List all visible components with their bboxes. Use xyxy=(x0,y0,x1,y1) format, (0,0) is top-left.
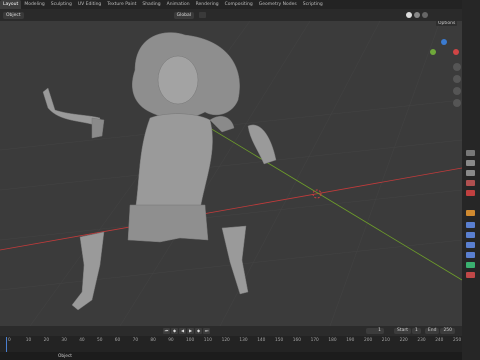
ruler-tick-label: 100 xyxy=(186,338,195,343)
properties-editor-strip xyxy=(462,0,480,360)
jump-end-icon[interactable]: ⏭ xyxy=(203,328,210,334)
transform-orientation-dropdown[interactable]: Global xyxy=(173,11,195,19)
scene-tab-icon[interactable] xyxy=(466,180,475,186)
grid-icon[interactable] xyxy=(453,99,461,107)
tab-compositing[interactable]: Compositing xyxy=(222,0,256,9)
ruler-tick-label: 160 xyxy=(292,338,301,343)
ruler-tick-label: 110 xyxy=(203,338,212,343)
solid-shading-icon[interactable] xyxy=(406,12,413,18)
ruler-tick-label: 130 xyxy=(239,338,248,343)
start-frame-field[interactable]: 1 xyxy=(412,328,421,334)
end-label: End xyxy=(424,328,440,334)
data-tab-icon[interactable] xyxy=(466,262,475,268)
particles-tab-icon[interactable] xyxy=(466,232,475,238)
object-tab-icon[interactable] xyxy=(466,210,475,216)
constraints-tab-icon[interactable] xyxy=(466,252,475,258)
status-bar: Object xyxy=(0,352,462,360)
next-keyframe-icon[interactable]: ◆ xyxy=(195,328,202,334)
rendered-shading-icon[interactable] xyxy=(422,12,429,18)
tab-scripting[interactable]: Scripting xyxy=(300,0,326,9)
pan-hand-icon[interactable] xyxy=(453,75,461,83)
ruler-tick-label: 0 xyxy=(8,338,11,343)
viewport-canvas xyxy=(0,21,462,326)
playhead[interactable] xyxy=(6,337,7,352)
ruler-tick-label: 50 xyxy=(97,338,103,343)
ruler-tick-label: 40 xyxy=(79,338,85,343)
character-model xyxy=(42,32,277,311)
playback-controls: ⏮ ◆ ◀ ▶ ◆ ⏭ 1 Start 1 End 250 xyxy=(0,326,462,336)
ruler-tick-label: 140 xyxy=(257,338,266,343)
ruler-tick-label: 220 xyxy=(399,338,408,343)
ruler-tick-label: 150 xyxy=(275,338,284,343)
ruler-tick-label: 240 xyxy=(435,338,444,343)
ruler-tick-label: 60 xyxy=(114,338,121,343)
ruler-tick-label: 20 xyxy=(43,338,50,343)
ruler-tick-label: 30 xyxy=(61,338,67,343)
start-label: Start xyxy=(394,328,411,334)
tab-geometry-nodes[interactable]: Geometry Nodes xyxy=(256,0,300,9)
jump-start-icon[interactable]: ⏮ xyxy=(163,328,170,334)
frame-ruler[interactable]: 0 10 20 30 40 50 60 70 80 90 100 110 120 130 140 150 160… xyxy=(0,337,462,345)
world-tab-icon[interactable] xyxy=(466,190,475,196)
ruler-tick-label: 230 xyxy=(417,338,426,343)
output-tab-icon[interactable] xyxy=(466,170,475,176)
play-reverse-icon[interactable]: ◀ xyxy=(179,328,186,334)
tab-layout[interactable]: Layout xyxy=(0,0,22,9)
viewport-header: Object Global xyxy=(0,9,462,21)
ruler-tick-label: 190 xyxy=(346,338,355,343)
material-shading-icon[interactable] xyxy=(414,12,421,18)
current-frame-field[interactable]: 1 xyxy=(366,328,384,334)
object-mode-dropdown[interactable]: Object xyxy=(3,11,24,19)
tab-rendering[interactable]: Rendering xyxy=(193,0,222,9)
tool-tab-icon[interactable] xyxy=(466,150,475,156)
gizmo-y-icon[interactable] xyxy=(430,49,436,55)
tab-shading[interactable]: Shading xyxy=(139,0,163,9)
status-object-label: Object xyxy=(58,353,72,359)
camera-view-icon[interactable] xyxy=(453,87,461,95)
render-tab-icon[interactable] xyxy=(466,160,475,166)
physics-tab-icon[interactable] xyxy=(466,242,475,248)
ruler-tick-label: 10 xyxy=(25,338,32,343)
ruler-tick-label: 170 xyxy=(310,338,319,343)
ruler-tick-label: 200 xyxy=(364,338,373,343)
play-icon[interactable]: ▶ xyxy=(187,328,194,334)
tab-uv-editing[interactable]: UV Editing xyxy=(75,0,104,9)
ruler-tick-label: 210 xyxy=(381,338,390,343)
ruler-tick-label: 180 xyxy=(328,338,337,343)
ruler-tick-label: 80 xyxy=(150,338,156,343)
gizmo-z-icon[interactable] xyxy=(441,39,447,45)
ruler-tick-label: 90 xyxy=(168,338,174,343)
ruler-tick-label: 120 xyxy=(221,338,230,343)
tab-texture-paint[interactable]: Texture Paint xyxy=(104,0,139,9)
tab-animation[interactable]: Animation xyxy=(164,0,193,9)
material-tab-icon[interactable] xyxy=(466,272,475,278)
snap-icon[interactable] xyxy=(199,12,207,18)
end-frame-field[interactable]: 250 xyxy=(440,328,456,334)
gizmo-x-icon[interactable] xyxy=(453,49,459,55)
3d-viewport[interactable]: Options xyxy=(0,21,462,326)
prev-keyframe-icon[interactable]: ◆ xyxy=(171,328,178,334)
tab-modeling[interactable]: Modeling xyxy=(21,0,47,9)
zoom-icon[interactable] xyxy=(453,63,461,71)
modifier-tab-icon[interactable] xyxy=(466,222,475,228)
ruler-tick-label: 250 xyxy=(453,338,462,343)
options-button[interactable]: Options xyxy=(436,21,458,26)
tab-sculpting[interactable]: Sculpting xyxy=(48,0,75,9)
workspace-bar: Layout Modeling Sculpting UV Editing Tex… xyxy=(0,0,480,9)
ruler-tick-label: 70 xyxy=(132,338,139,343)
